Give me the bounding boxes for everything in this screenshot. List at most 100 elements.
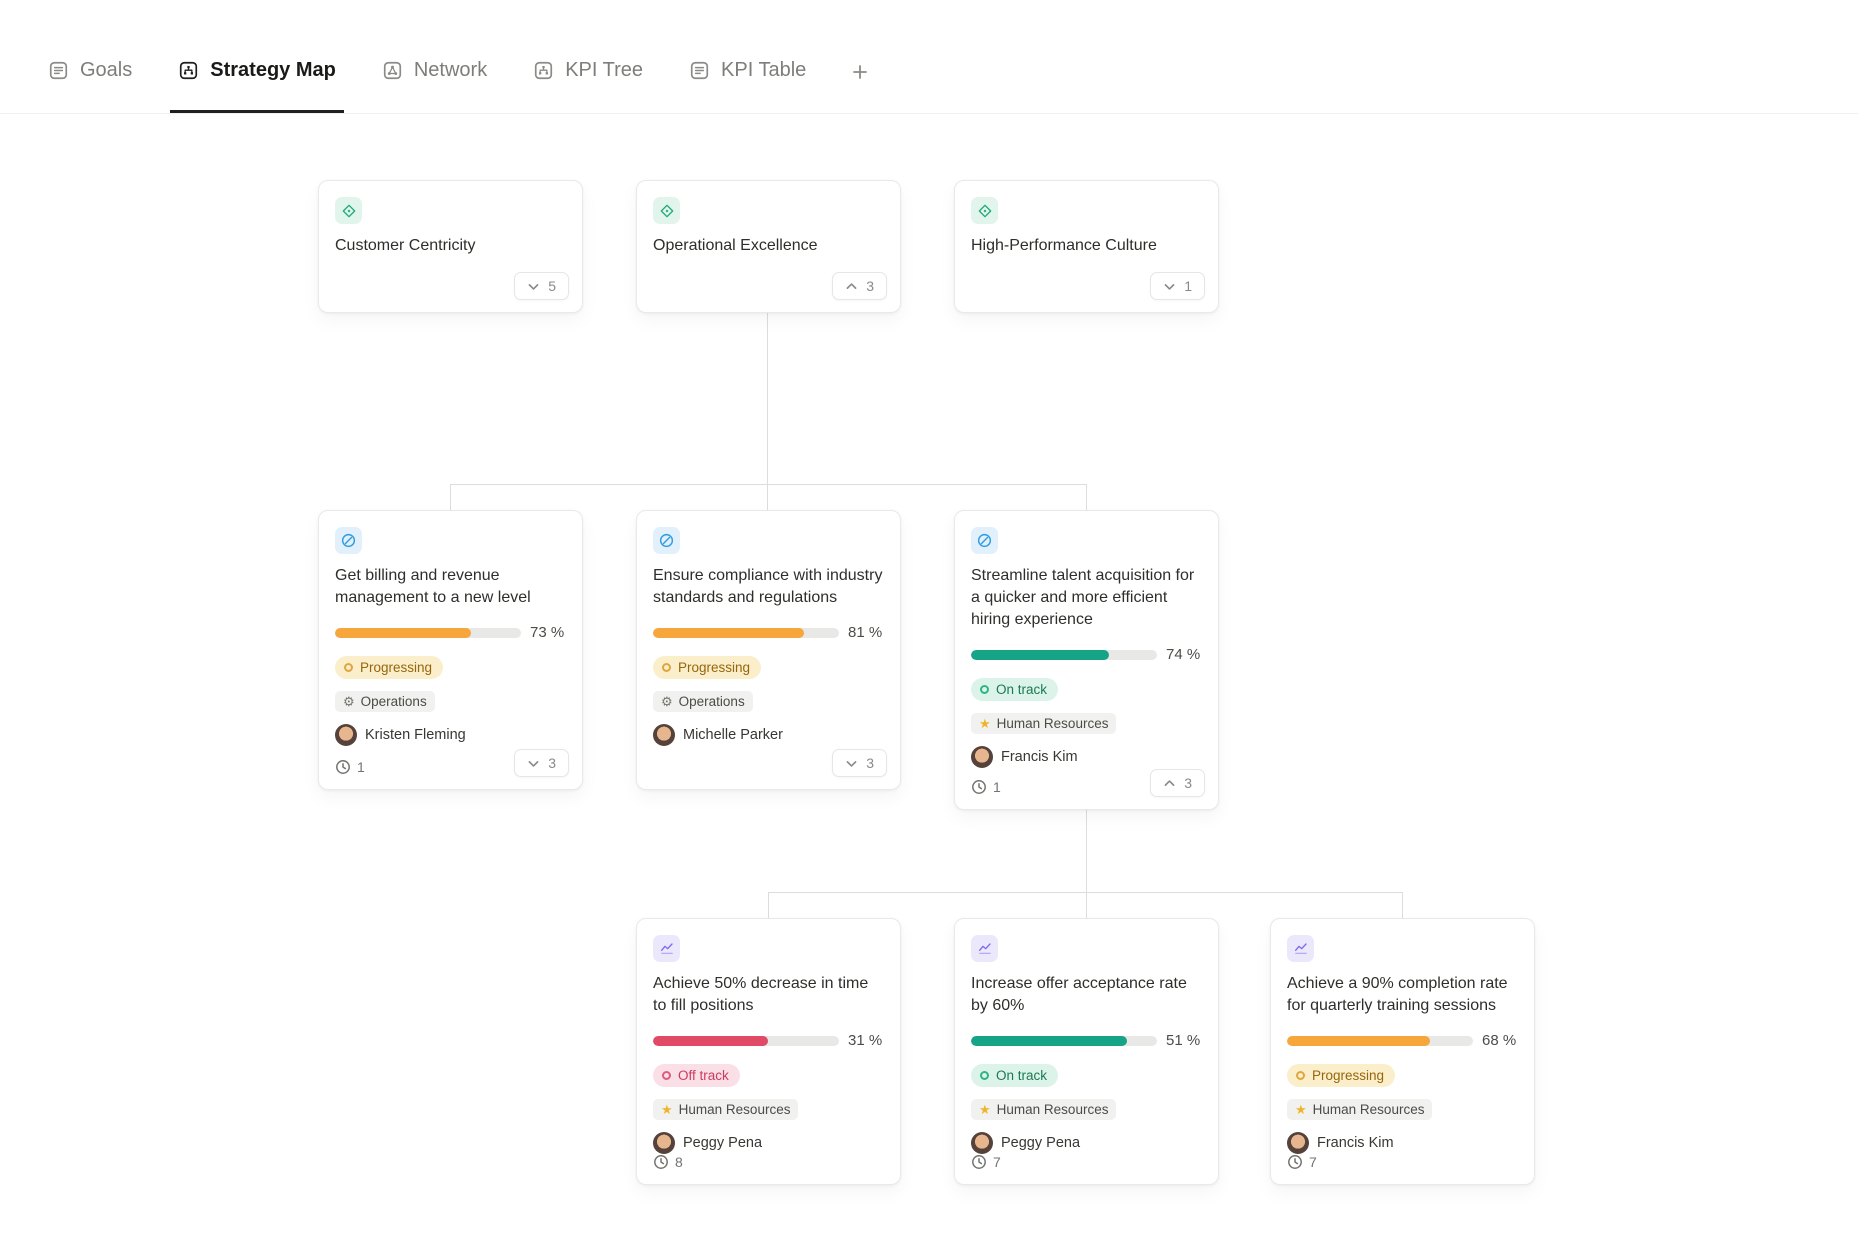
tab-label: KPI Tree <box>565 59 643 82</box>
connector-line <box>1086 484 1087 510</box>
goal-card-customer-centricity[interactable]: Customer Centricity 5 <box>318 180 583 313</box>
connector-line <box>767 484 768 510</box>
goal-card-talent-acquisition[interactable]: Streamline talent acquisition for a quic… <box>954 510 1219 810</box>
owner-row[interactable]: Peggy Pena <box>971 1132 1202 1154</box>
progress-bar: 73 % <box>335 624 566 641</box>
connector-line <box>1086 892 1087 918</box>
tab-strategy-map[interactable]: Strategy Map <box>170 0 344 113</box>
owner-name: Peggy Pena <box>1001 1135 1080 1151</box>
children-count: 3 <box>866 755 874 771</box>
owner-row[interactable]: Michelle Parker <box>653 724 884 746</box>
pillar-icon <box>653 197 680 224</box>
collapse-children-button[interactable]: 3 <box>832 272 887 300</box>
progress-bar: 74 % <box>971 646 1202 663</box>
clock-icon <box>971 779 987 795</box>
status-badge[interactable]: Progressing <box>1287 1064 1395 1087</box>
expand-children-button[interactable]: 5 <box>514 272 569 300</box>
expand-children-button[interactable]: 1 <box>1150 272 1205 300</box>
team-chip[interactable]: ★Human Resources <box>971 1099 1116 1120</box>
add-view-button[interactable] <box>844 0 876 113</box>
avatar <box>971 746 993 768</box>
key-result-icon <box>971 935 998 962</box>
progress-bar: 51 % <box>971 1032 1202 1049</box>
owner-row[interactable]: Francis Kim <box>971 746 1202 768</box>
team-chip[interactable]: ⚙Operations <box>335 691 435 712</box>
owner-row[interactable]: Kristen Fleming <box>335 724 566 746</box>
connector-line <box>1402 892 1403 918</box>
card-title: Increase offer acceptance rate by 60% <box>971 973 1202 1017</box>
tab-network[interactable]: Network <box>374 0 495 113</box>
collapse-children-button[interactable]: 3 <box>1150 769 1205 797</box>
owner-row[interactable]: Francis Kim <box>1287 1132 1518 1154</box>
progress-percent: 31 % <box>848 1032 882 1049</box>
chevron-up-icon <box>1163 777 1176 790</box>
status-badge[interactable]: On track <box>971 1064 1058 1087</box>
check-in-indicator[interactable]: 8 <box>653 1154 683 1170</box>
owner-row[interactable]: Peggy Pena <box>653 1132 884 1154</box>
goal-card-operational-excellence[interactable]: Operational Excellence 3 <box>636 180 901 313</box>
owner-name: Michelle Parker <box>683 727 783 743</box>
children-count: 1 <box>1184 278 1192 294</box>
avatar <box>653 724 675 746</box>
status-badge[interactable]: Off track <box>653 1064 740 1087</box>
owner-name: Kristen Fleming <box>365 727 466 743</box>
team-chip[interactable]: ⚙Operations <box>653 691 753 712</box>
team-chip[interactable]: ★Human Resources <box>653 1099 798 1120</box>
tab-goals[interactable]: Goals <box>40 0 140 113</box>
progress-fill <box>335 628 471 638</box>
star-icon: ★ <box>661 1103 673 1116</box>
tab-label: Network <box>414 59 487 82</box>
goal-card-offer-acceptance[interactable]: Increase offer acceptance rate by 60% 51… <box>954 918 1219 1185</box>
status-badge[interactable]: Progressing <box>335 656 443 679</box>
clock-count: 8 <box>675 1154 683 1170</box>
plus-icon <box>850 62 870 82</box>
team-chip[interactable]: ★Human Resources <box>971 713 1116 734</box>
status-ring-icon <box>980 685 989 694</box>
tab-kpi-table[interactable]: KPI Table <box>681 0 814 113</box>
progress-fill <box>971 1036 1127 1046</box>
team-chip[interactable]: ★Human Resources <box>1287 1099 1432 1120</box>
doc-list-icon <box>48 60 69 81</box>
goal-card-high-performance-culture[interactable]: High-Performance Culture 1 <box>954 180 1219 313</box>
status-ring-icon <box>344 663 353 672</box>
status-badge[interactable]: Progressing <box>653 656 761 679</box>
tab-kpi-tree[interactable]: KPI Tree <box>525 0 651 113</box>
goal-card-time-to-fill[interactable]: Achieve 50% decrease in time to fill pos… <box>636 918 901 1185</box>
clock-icon <box>971 1154 987 1170</box>
objective-icon <box>653 527 680 554</box>
objective-icon <box>335 527 362 554</box>
check-in-indicator[interactable]: 7 <box>971 1154 1001 1170</box>
goal-card-training-completion[interactable]: Achieve a 90% completion rate for quarte… <box>1270 918 1535 1185</box>
owner-name: Peggy Pena <box>683 1135 762 1151</box>
children-count: 3 <box>866 278 874 294</box>
connector-line <box>450 484 1087 485</box>
owner-name: Francis Kim <box>1001 749 1078 765</box>
check-in-indicator[interactable]: 7 <box>1287 1154 1317 1170</box>
chevron-down-icon <box>845 757 858 770</box>
expand-children-button[interactable]: 3 <box>832 749 887 777</box>
expand-children-button[interactable]: 3 <box>514 749 569 777</box>
children-count: 3 <box>1184 775 1192 791</box>
children-count: 5 <box>548 278 556 294</box>
network-icon <box>382 60 403 81</box>
avatar <box>653 1132 675 1154</box>
check-in-indicator[interactable]: 1 <box>971 779 1001 795</box>
progress-percent: 74 % <box>1166 646 1200 663</box>
clock-count: 7 <box>1309 1154 1317 1170</box>
card-title: Achieve 50% decrease in time to fill pos… <box>653 973 884 1017</box>
star-icon: ★ <box>979 717 991 730</box>
card-title: High-Performance Culture <box>971 235 1202 257</box>
avatar <box>971 1132 993 1154</box>
pillar-icon <box>971 197 998 224</box>
status-ring-icon <box>662 663 671 672</box>
progress-fill <box>653 1036 768 1046</box>
card-title: Operational Excellence <box>653 235 884 257</box>
star-icon: ★ <box>979 1103 991 1116</box>
status-badge[interactable]: On track <box>971 678 1058 701</box>
progress-percent: 51 % <box>1166 1032 1200 1049</box>
gear-icon: ⚙ <box>661 695 673 708</box>
goal-card-compliance[interactable]: Ensure compliance with industry standard… <box>636 510 901 790</box>
check-in-indicator[interactable]: 1 <box>335 759 365 775</box>
goal-card-billing-revenue[interactable]: Get billing and revenue management to a … <box>318 510 583 790</box>
pillar-icon <box>335 197 362 224</box>
